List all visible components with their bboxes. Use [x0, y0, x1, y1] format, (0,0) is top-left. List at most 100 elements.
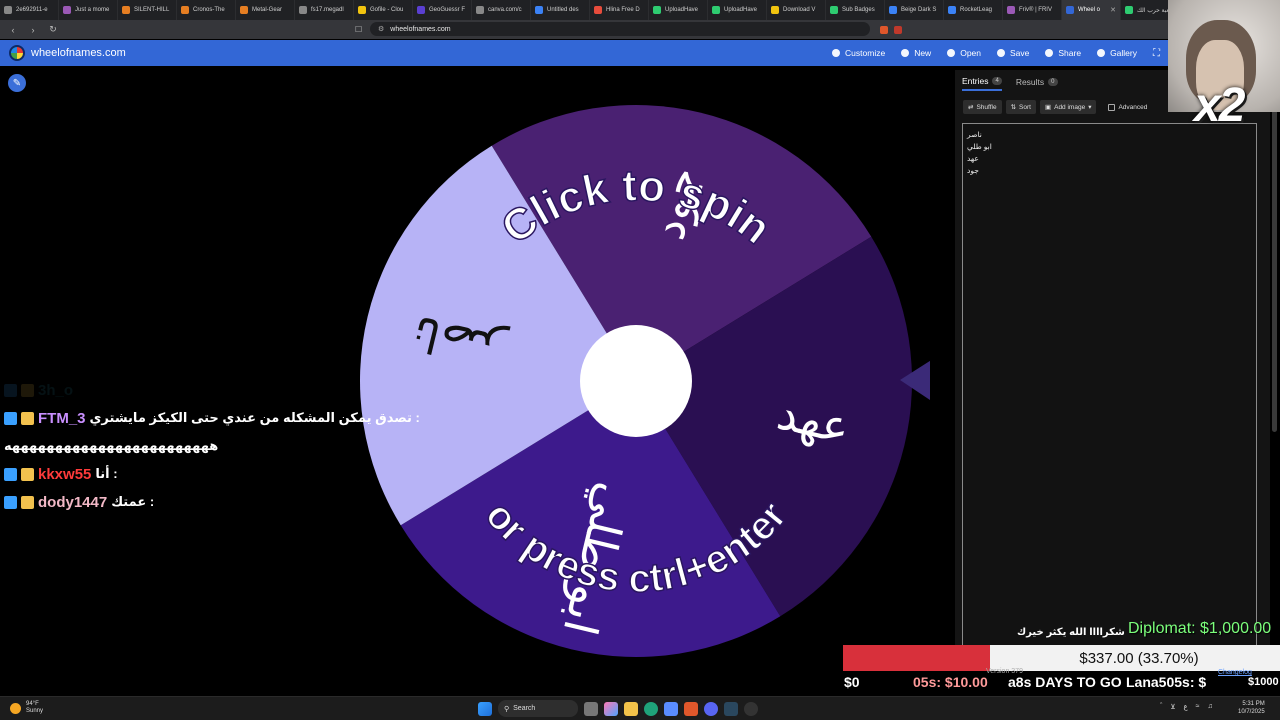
- windows-start-icon[interactable]: [478, 701, 492, 716]
- clock[interactable]: 5:31 PM 10/7/2025: [1238, 700, 1265, 716]
- browser-tab[interactable]: RocketLeag: [944, 0, 1003, 20]
- goal-progress-text: $337.00 (33.70%): [1079, 649, 1199, 667]
- volume-icon[interactable]: ♫: [1208, 703, 1213, 711]
- entries-textarea[interactable]: ناصر ابو طلي عهد جود: [962, 123, 1257, 648]
- browser-tab[interactable]: Beige Dark S: [885, 0, 944, 20]
- browser-tab[interactable]: Wheel o ✕: [1062, 0, 1121, 20]
- browser-tab[interactable]: UploadHave: [649, 0, 708, 20]
- menu-gallery-button[interactable]: Gallery: [1097, 48, 1137, 58]
- fullscreen-icon[interactable]: ⛶: [1153, 48, 1160, 59]
- taskbar-search[interactable]: ⚲ Search: [498, 700, 578, 717]
- time-label: 5:31 PM: [1242, 701, 1265, 707]
- browser-tab[interactable]: SILENT-HILL: [118, 0, 177, 20]
- tab-favicon-icon: [1066, 6, 1074, 14]
- tab-favicon-icon: [712, 6, 720, 14]
- browser-tab[interactable]: canva.com/c: [472, 0, 531, 20]
- obs-icon[interactable]: [744, 701, 758, 716]
- brave-rewards-icon[interactable]: [894, 25, 902, 34]
- browser-tab[interactable]: Just a mome: [59, 0, 118, 20]
- add-image-button[interactable]: ▣ Add image ▾: [1039, 100, 1097, 114]
- multiplier-label: x2: [1194, 79, 1245, 132]
- menu-label: Customize: [845, 48, 886, 58]
- weather-widget[interactable]: 94°F Sunny: [10, 701, 43, 715]
- entry-line: عهد: [967, 154, 979, 163]
- entry-line: ابو طلي: [967, 142, 992, 151]
- tab-favicon-icon: [1125, 6, 1133, 14]
- menu-new-button[interactable]: New: [901, 48, 931, 58]
- brand-title[interactable]: wheelofnames.com: [31, 47, 126, 59]
- chat-badge-icon: [4, 495, 17, 509]
- chat-text: أنا :: [95, 466, 118, 481]
- tab-label: Just a mome: [75, 7, 110, 13]
- reload-icon[interactable]: ↻: [48, 24, 58, 35]
- wifi-icon[interactable]: ≈: [1196, 703, 1200, 711]
- add-image-label: Add image: [1054, 103, 1086, 111]
- chevron-up-icon[interactable]: ˆ: [1160, 703, 1162, 711]
- close-tab-icon[interactable]: ✕: [1110, 6, 1116, 14]
- sort-button[interactable]: ⇅ Sort: [1005, 100, 1036, 114]
- tab-entries[interactable]: Entries 4: [962, 76, 1002, 91]
- brave-icon[interactable]: [684, 701, 698, 716]
- browser-tab[interactable]: fs17.megadl: [295, 0, 354, 20]
- url-field[interactable]: ⚙ wheelofnames.com: [370, 22, 870, 36]
- advanced-checkbox[interactable]: Advanced: [1108, 103, 1148, 111]
- bookmark-icon[interactable]: ☐: [355, 25, 362, 34]
- tab-label: SILENT-HILL: [134, 7, 170, 13]
- usb-icon[interactable]: ⊻: [1170, 703, 1175, 711]
- checkbox-box[interactable]: [1108, 103, 1116, 111]
- shuffle-icon: ⇄: [968, 104, 974, 111]
- steam-icon[interactable]: [724, 701, 738, 716]
- browser-tab[interactable]: Gofile - Clou: [354, 0, 413, 20]
- chat-message: dody1447 عمتك :: [4, 488, 434, 516]
- page-scrollbar[interactable]: [1272, 72, 1277, 432]
- menu-customize-button[interactable]: Customize: [832, 48, 885, 58]
- palette-icon: [832, 49, 841, 57]
- browser-tab[interactable]: 2e692911-e: [0, 0, 59, 20]
- tab-favicon-icon: [240, 6, 248, 14]
- wheel-logo-icon[interactable]: [9, 45, 25, 61]
- chat-badge-icon: [4, 383, 17, 397]
- tab-results[interactable]: Results 0: [1016, 76, 1058, 91]
- browser-tab[interactable]: Hlina Free D: [590, 0, 649, 20]
- tab-favicon-icon: [948, 6, 956, 14]
- menu-save-button[interactable]: Save: [997, 48, 1029, 58]
- site-info-icon[interactable]: ⚙: [378, 25, 384, 33]
- chat-message: ههههههههههههههههههههههههه: [4, 432, 434, 460]
- tab-label: Download V: [783, 7, 816, 13]
- browser-tab[interactable]: Sub Badges: [826, 0, 885, 20]
- brave-shield-icon[interactable]: [880, 25, 888, 34]
- edge-icon[interactable]: [644, 701, 658, 716]
- menu-share-button[interactable]: Share: [1045, 48, 1081, 58]
- wheel-center-hub[interactable]: [580, 325, 692, 437]
- ticker-item: Lana505s: $: [1126, 674, 1207, 690]
- browser-tab[interactable]: GeoGuessr F: [413, 0, 472, 20]
- file-explorer-icon[interactable]: [624, 701, 638, 716]
- browser-tab[interactable]: Cronos-The: [177, 0, 236, 20]
- save-icon: [997, 49, 1005, 57]
- new-file-icon: [901, 49, 910, 57]
- browser-tab[interactable]: Friv® | FRIV: [1003, 0, 1062, 20]
- browser-tab[interactable]: Download V: [767, 0, 826, 20]
- tab-label: UploadHave: [665, 7, 699, 13]
- copilot-icon[interactable]: [604, 701, 618, 716]
- browser-tab[interactable]: UploadHave: [708, 0, 767, 20]
- advanced-label: Advanced: [1118, 103, 1148, 111]
- changelog-link[interactable]: Changelog: [1218, 669, 1252, 676]
- forward-icon[interactable]: ›: [28, 25, 38, 35]
- tab-label: Hlina Free D: [606, 7, 640, 13]
- tab-favicon-icon: [1007, 6, 1015, 14]
- edit-pencil-icon[interactable]: ✎: [8, 74, 26, 92]
- wheel[interactable]: جودعهدابو طليناصرClick to spinor press c…: [350, 95, 930, 675]
- browser-tab[interactable]: Untitled des: [531, 0, 590, 20]
- shuffle-button[interactable]: ⇄ Shuffle: [963, 100, 1002, 114]
- browser-tab[interactable]: Metal-Gear: [236, 0, 295, 20]
- task-view-icon[interactable]: [584, 701, 598, 716]
- menu-open-button[interactable]: Open: [947, 48, 981, 58]
- back-icon[interactable]: ‹: [8, 25, 18, 35]
- goal-ticker: $0 05s: $10.00 a8s DAYS TO GO Lana505s: …: [843, 671, 1280, 695]
- discord-icon[interactable]: [704, 701, 718, 716]
- store-icon[interactable]: [664, 701, 678, 716]
- language-icon[interactable]: ع: [1183, 703, 1187, 711]
- menu-label: Open: [960, 48, 981, 58]
- taskbar: 94°F Sunny ⚲ Search ˆ ⊻ ع ≈ ♫ 5:31 PM 10…: [0, 696, 1280, 720]
